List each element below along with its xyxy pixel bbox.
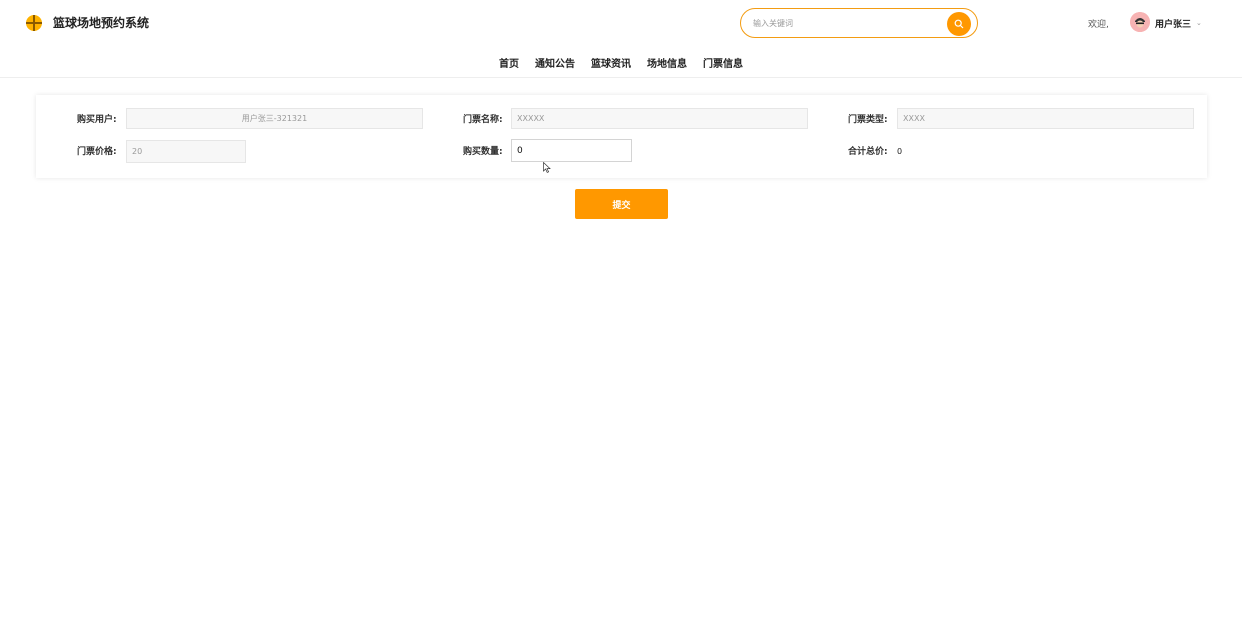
chevron-down-icon[interactable]: ⌄ [1196, 19, 1202, 27]
username[interactable]: 用户张三 [1155, 17, 1191, 30]
total-label: 合计总价: [848, 147, 888, 157]
ticket-purchase-form: 购买用户: 门票名称: 门票类型: 门票价格: 购买数量: 合计总价: 0 [36, 95, 1207, 178]
ticket-type-field [897, 108, 1194, 129]
buyer-field [126, 108, 423, 129]
app-title: 篮球场地预约系统 [53, 16, 150, 30]
main-nav: 首页 通知公告 篮球资讯 场地信息 门票信息 [0, 55, 1242, 71]
price-field [126, 140, 246, 163]
ticket-name-field [511, 108, 808, 129]
mouse-cursor-icon [543, 162, 551, 173]
ticket-type-label: 门票类型: [848, 115, 888, 125]
total-value: 0 [897, 147, 903, 156]
nav-item-venues[interactable]: 场地信息 [647, 55, 687, 71]
submit-button[interactable]: 提交 [575, 189, 668, 219]
buyer-label: 购买用户: [77, 115, 117, 125]
search-box [740, 8, 978, 38]
search-icon [954, 19, 964, 29]
nav-item-home[interactable]: 首页 [499, 55, 519, 71]
user-avatar-icon [1130, 12, 1150, 32]
nav-item-news[interactable]: 篮球资讯 [591, 55, 631, 71]
price-label: 门票价格: [77, 147, 117, 157]
nav-item-notices[interactable]: 通知公告 [535, 55, 575, 71]
ticket-name-label: 门票名称: [463, 115, 503, 125]
search-button[interactable] [947, 12, 971, 36]
avatar[interactable] [1130, 12, 1150, 32]
quantity-input[interactable] [511, 139, 632, 162]
logo-icon [26, 15, 42, 31]
nav-item-tickets[interactable]: 门票信息 [703, 55, 743, 71]
search-input[interactable] [753, 16, 943, 31]
welcome-text: 欢迎, [1088, 20, 1109, 30]
quantity-label: 购买数量: [463, 147, 503, 157]
header: 篮球场地预约系统 欢迎, 用户张三 ⌄ 首页 通知公告 篮球资讯 场地信息 门票… [0, 0, 1242, 78]
